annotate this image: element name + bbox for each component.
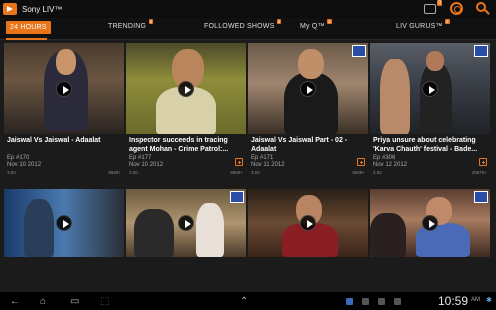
up-arrow-icon[interactable]: ⌃ bbox=[240, 296, 248, 307]
recent-apps-icon[interactable]: ▭ bbox=[70, 296, 79, 307]
clock-ampm: AM bbox=[471, 297, 480, 303]
episode-number: Ep #170 bbox=[7, 155, 30, 161]
tab-my-q-label: My Q™ bbox=[300, 23, 325, 30]
video-thumbnail[interactable] bbox=[126, 189, 246, 257]
rating: 3.50 bbox=[373, 170, 382, 175]
video-stats: 3.50 9668+ bbox=[251, 170, 365, 175]
active-tab-indicator bbox=[6, 38, 47, 40]
search-icon bbox=[476, 2, 486, 12]
video-thumbnail[interactable] bbox=[248, 43, 368, 134]
sony-channel-logo bbox=[230, 191, 244, 203]
video-card[interactable] bbox=[248, 189, 368, 257]
view-count: 9668+ bbox=[352, 170, 365, 175]
rating: 3.50 bbox=[129, 170, 138, 175]
play-icon[interactable] bbox=[178, 215, 194, 231]
notifications-button[interactable]: 9 bbox=[424, 0, 442, 16]
action-bar: Sony LIV™ 9 bbox=[0, 0, 496, 18]
video-thumbnail[interactable] bbox=[4, 43, 124, 134]
tab-followed-shows-badge: 8 bbox=[277, 19, 282, 24]
screenshot-icon[interactable]: ⬚ bbox=[100, 296, 109, 307]
video-card[interactable]: Priya unsure about celebrating 'Karva Ch… bbox=[370, 43, 490, 175]
video-card[interactable]: Jaiswal Vs Jaiswal Part - 02 - Adaalat E… bbox=[248, 43, 368, 175]
video-thumbnail[interactable] bbox=[4, 189, 124, 257]
tab-liv-gurus-label: LIV GURUS™ bbox=[396, 23, 443, 30]
add-to-queue-icon[interactable] bbox=[357, 158, 365, 166]
video-card[interactable] bbox=[370, 189, 490, 257]
video-title: Jaiswal Vs Jaiswal - Adaalat bbox=[7, 137, 101, 144]
video-card[interactable] bbox=[126, 189, 246, 257]
video-thumbnail[interactable] bbox=[370, 189, 490, 257]
clock[interactable]: 10:59 bbox=[438, 294, 468, 308]
play-icon[interactable] bbox=[422, 215, 438, 231]
video-stats: 3.50 9668+ bbox=[7, 170, 121, 175]
view-count: 9668+ bbox=[108, 170, 121, 175]
air-date: Nov 10 2012 bbox=[7, 162, 42, 168]
sony-liv-logo-icon bbox=[3, 3, 17, 15]
video-title: Priya unsure about celebrating 'Karva Ch… bbox=[373, 137, 478, 153]
episode-number: Ep #177 bbox=[129, 155, 152, 161]
rating: 3.50 bbox=[251, 170, 260, 175]
notification-count-badge: 9 bbox=[437, 0, 442, 6]
tab-followed-shows-label: FOLLOWED SHOWS bbox=[204, 23, 275, 30]
video-title: Inspector succeeds in tracing agent Moha… bbox=[129, 137, 229, 153]
episode-number: Ep #306 bbox=[373, 155, 396, 161]
tray-app-icon[interactable] bbox=[378, 298, 385, 305]
episode-number: Ep #171 bbox=[251, 155, 274, 161]
sony-channel-logo bbox=[352, 45, 366, 57]
rating: 3.50 bbox=[7, 170, 16, 175]
target-button[interactable] bbox=[450, 2, 464, 16]
air-date: Nov 12 2012 bbox=[373, 162, 408, 168]
sony-channel-logo bbox=[474, 191, 488, 203]
play-icon[interactable] bbox=[422, 80, 438, 97]
target-icon bbox=[450, 2, 463, 15]
tab-bar: 24 HOURS TRENDING 8 FOLLOWED SHOWS 8 My … bbox=[0, 18, 496, 40]
sony-channel-logo bbox=[474, 45, 488, 57]
tab-my-q[interactable]: My Q™ 8 bbox=[300, 19, 332, 30]
notification-icon bbox=[424, 4, 436, 14]
add-to-queue-icon[interactable] bbox=[235, 158, 243, 166]
tab-trending-label: TRENDING bbox=[108, 23, 147, 30]
video-thumbnail[interactable] bbox=[126, 43, 246, 134]
back-icon[interactable]: ← bbox=[10, 296, 20, 307]
tab-24-hours[interactable]: 24 HOURS bbox=[6, 21, 51, 34]
video-stats: 3.50 26875+ bbox=[373, 170, 487, 175]
bluetooth-icon: ✱ bbox=[486, 297, 492, 304]
tray-app-icon[interactable] bbox=[346, 298, 353, 305]
system-navigation-bar: ← ⌂ ▭ ⬚ ⌃ 10:59 AM ✱ bbox=[0, 292, 496, 310]
tab-liv-gurus-badge: 8 bbox=[445, 19, 450, 24]
view-count: 26875+ bbox=[471, 170, 487, 175]
tab-trending-badge: 8 bbox=[148, 19, 154, 24]
action-bar-icons: 9 bbox=[424, 0, 490, 16]
home-icon[interactable]: ⌂ bbox=[40, 296, 46, 307]
play-icon[interactable] bbox=[300, 215, 316, 231]
video-card[interactable]: Jaiswal Vs Jaiswal - Adaalat Ep #170 Nov… bbox=[4, 43, 124, 175]
video-thumbnail[interactable] bbox=[370, 43, 490, 134]
air-date: Nov 11 2012 bbox=[251, 162, 285, 168]
play-icon[interactable] bbox=[178, 80, 194, 97]
play-icon[interactable] bbox=[56, 80, 72, 97]
play-icon[interactable] bbox=[56, 215, 72, 231]
play-icon[interactable] bbox=[300, 80, 316, 97]
tab-liv-gurus[interactable]: LIV GURUS™ 8 bbox=[396, 19, 450, 30]
tab-trending[interactable]: TRENDING 8 bbox=[108, 19, 154, 30]
tab-followed-shows[interactable]: FOLLOWED SHOWS 8 bbox=[204, 19, 282, 30]
video-card[interactable] bbox=[4, 189, 124, 257]
video-title: Jaiswal Vs Jaiswal Part - 02 - Adaalat bbox=[251, 137, 348, 153]
app-title: Sony LIV™ bbox=[22, 4, 63, 14]
tray-app-icon[interactable] bbox=[362, 298, 369, 305]
tray-app-icon[interactable] bbox=[394, 298, 401, 305]
air-date: Nov 10 2012 bbox=[129, 162, 164, 168]
video-card[interactable]: Inspector succeeds in tracing agent Moha… bbox=[126, 43, 246, 175]
video-thumbnail[interactable] bbox=[248, 189, 368, 257]
search-button[interactable] bbox=[476, 2, 490, 16]
add-to-queue-icon[interactable] bbox=[479, 158, 487, 166]
tab-my-q-badge: 8 bbox=[327, 19, 332, 24]
video-stats: 3.50 9906+ bbox=[129, 170, 243, 175]
view-count: 9906+ bbox=[230, 170, 243, 175]
